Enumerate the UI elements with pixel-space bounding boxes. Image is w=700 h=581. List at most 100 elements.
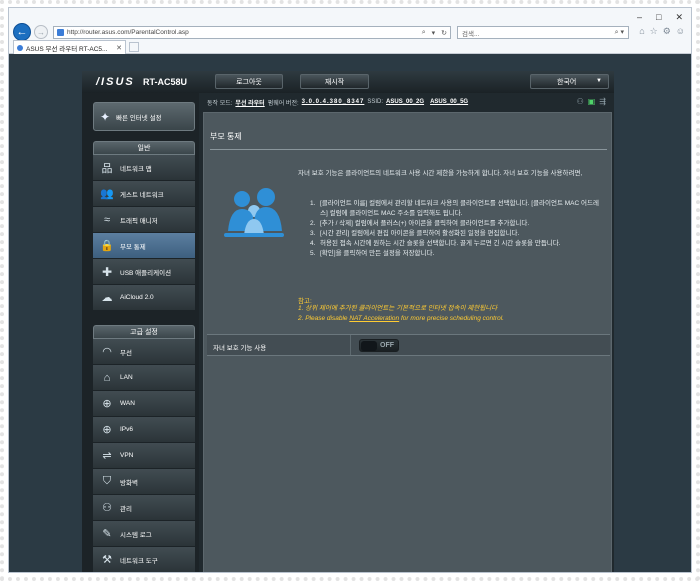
- enable-parental-control-row: 자녀 보호 기능 사용 OFF: [207, 334, 610, 356]
- arrow-left-icon: ←: [16, 26, 28, 38]
- firmware-version-link[interactable]: 3.0.0.4.380_8347: [302, 99, 365, 105]
- sidebar-item-traffic-manager[interactable]: ≈ 트래픽 매니저: [93, 207, 195, 233]
- admin-user-icon: ⚇: [102, 502, 112, 514]
- search-box[interactable]: 검색... ⌕ ▾: [457, 26, 629, 39]
- model-name: RT-AC58U: [143, 77, 188, 87]
- sidebar-item-network-map[interactable]: 品 네트워크 맵: [93, 155, 195, 181]
- family-icon: [224, 188, 284, 237]
- status-bar: 동작 모드: 무선 라우터 펌웨어 버전: 3.0.0.4.380_8347 S…: [207, 97, 606, 107]
- ssid-5g-link[interactable]: ASUS_00_5G: [430, 99, 468, 105]
- vpn-icon: ⇌: [102, 450, 112, 462]
- note-1: 1. 상위 제어에 추가된 클라이언트는 기본적으로 인터넷 접속이 제한됩니다: [298, 305, 498, 312]
- favicon-icon: [57, 29, 64, 36]
- description-text: 자녀 보호 기능은 클라이언트의 네트워크 사용 시간 제한을 가능하게 합니다…: [298, 170, 583, 177]
- ssid-2g-link[interactable]: ASUS_00_2G: [386, 99, 424, 105]
- sidebar-item-firewall[interactable]: ⛉ 방화벽: [93, 469, 195, 495]
- dropdown-icon[interactable]: ▾: [432, 29, 436, 37]
- router-header: /ISUS RT-AC58U 로그아웃 재시작 한국어 ▼: [82, 71, 614, 93]
- browser-toolbar: – □ ✕ ← → http://router.asus.com/Parenta…: [9, 8, 691, 54]
- lock-icon: 🔒: [100, 240, 114, 252]
- steps-list: 1. [클라이언트 이름] 컬럼에서 관리할 네트워크 사용의 클라이언트를 선택…: [310, 199, 600, 259]
- title-divider: [210, 149, 607, 150]
- new-tab-button[interactable]: [129, 42, 139, 52]
- shield-icon: ⛉: [102, 475, 112, 487]
- router-page: /ISUS RT-AC58U 로그아웃 재시작 한국어 ▼ ✦ 빠른 인터넷 설…: [82, 71, 614, 572]
- general-menu: 品 네트워크 맵 👥 게스트 네트워크 ≈ 트래픽 매니저 🔒 부모 통제 ✚ USB 애…: [93, 155, 195, 311]
- puzzle-icon: ✚: [101, 264, 113, 279]
- sidebar-item-system-log[interactable]: ✎ 시스템 로그: [93, 521, 195, 547]
- wifi-icon: ◠: [102, 346, 112, 358]
- search-icon[interactable]: ⌕: [422, 29, 426, 37]
- caret-down-icon: ▼: [596, 78, 602, 84]
- address-bar[interactable]: http://router.asus.com/ParentalControl.a…: [53, 26, 451, 39]
- globe-icon: ⊕: [102, 398, 112, 410]
- main-content: 부모 통제 자녀 보호 기능은 클라이언트의 네트워크 사용 시간 제한을 가능…: [203, 112, 612, 572]
- url-text[interactable]: http://router.asus.com/ParentalControl.a…: [67, 29, 422, 36]
- tools-icon: ⚒: [102, 554, 112, 566]
- favorites-star-icon[interactable]: ☆: [650, 26, 658, 37]
- home-icon[interactable]: ⌂: [639, 26, 644, 37]
- sidebar-item-vpn[interactable]: ⇌ VPN: [93, 443, 195, 469]
- tab-close-icon[interactable]: ✕: [116, 44, 122, 52]
- sidebar-item-wan[interactable]: ⊕ WAN: [93, 391, 195, 417]
- sidebar-item-wireless[interactable]: ◠ 무선: [93, 339, 195, 365]
- usb-icon[interactable]: ⇶: [599, 97, 606, 106]
- list-item: 2. [추가 / 삭제] 컬럼에서 플러스(+) 아이콘을 클릭하여 클라이언트를…: [310, 220, 530, 227]
- sidebar-item-guest-network[interactable]: 👥 게스트 네트워크: [93, 181, 195, 207]
- browser-window: – □ ✕ ← → http://router.asus.com/Parenta…: [8, 7, 692, 573]
- browser-tab[interactable]: ASUS 무선 라우터 RT-AC5... ✕: [13, 40, 126, 54]
- smiley-icon[interactable]: ☺: [676, 26, 685, 37]
- general-section-header: 일반: [93, 141, 195, 155]
- sidebar-item-network-tools[interactable]: ⚒ 네트워크 도구: [93, 547, 195, 572]
- parental-control-toggle[interactable]: OFF: [359, 339, 399, 352]
- traffic-graph-icon: ≈: [103, 213, 111, 226]
- quick-setup-label: 빠른 인터넷 설정: [116, 114, 162, 122]
- list-item: 3. [시간 관리] 컬럼에서 편집 아이콘을 클릭하여 활성화된 일정을 편집합…: [310, 230, 520, 237]
- sidebar-item-ipv6[interactable]: ⊕ IPv6: [93, 417, 195, 443]
- internet-status-icon[interactable]: ▣: [588, 97, 596, 106]
- log-edit-icon: ✎: [102, 528, 112, 540]
- operation-mode-link[interactable]: 무선 라우터: [235, 98, 264, 107]
- tab-title: ASUS 무선 라우터 RT-AC5...: [26, 45, 108, 53]
- logout-button[interactable]: 로그아웃: [215, 74, 283, 89]
- minimize-icon[interactable]: –: [637, 12, 642, 23]
- close-icon[interactable]: ✕: [675, 12, 683, 23]
- toggle-knob: [361, 341, 377, 351]
- settings-gear-icon[interactable]: ⚙: [663, 26, 671, 37]
- toggle-state: OFF: [380, 342, 394, 349]
- arrow-right-icon: →: [37, 27, 45, 37]
- list-item: 5. [확인]을 클릭하여 만든 설정을 저장합니다.: [310, 250, 435, 257]
- house-icon: ⌂: [103, 371, 111, 384]
- note-2: 2. Please disable NAT Acceleration for m…: [298, 315, 504, 322]
- network-map-icon: 品: [101, 162, 113, 175]
- forward-button[interactable]: →: [34, 25, 48, 39]
- status-icons: ⚇ ▣ ⇶: [577, 97, 606, 106]
- language-select[interactable]: 한국어 ▼: [530, 74, 609, 89]
- ipv6-globe-icon: ⊕: [102, 424, 112, 436]
- sidebar-item-parental-control[interactable]: 🔒 부모 통제: [93, 233, 195, 259]
- reboot-button[interactable]: 재시작: [300, 74, 369, 89]
- quick-setup-button[interactable]: ✦ 빠른 인터넷 설정: [93, 102, 195, 131]
- maximize-icon[interactable]: □: [656, 12, 661, 23]
- nat-acceleration-link[interactable]: NAT Acceleration: [349, 315, 399, 322]
- sidebar-item-usb-application[interactable]: ✚ USB 애플리케이션: [93, 259, 195, 285]
- advanced-section-header: 고급 설정: [93, 325, 195, 339]
- advanced-menu: ◠ 무선 ⌂ LAN ⊕ WAN ⊕ IPv6 ⇌ VPN ⛉ 방화벽 ⚇ 관리 ✎ 시스템 로…: [93, 339, 195, 572]
- list-item: 1. [클라이언트 이름] 컬럼에서 관리할 네트워크 사용의 클라이언트를 선택…: [310, 200, 599, 217]
- language-value: 한국어: [557, 78, 577, 86]
- sidebar-item-lan[interactable]: ⌂ LAN: [93, 365, 195, 391]
- page-title: 부모 통제: [210, 132, 242, 141]
- guest-users-icon: 👥: [100, 188, 114, 200]
- clients-icon[interactable]: ⚇: [577, 97, 584, 106]
- asus-logo: /ISUS: [96, 76, 135, 88]
- notes: 1. 상위 제어에 추가된 클라이언트는 기본적으로 인터넷 접속이 제한됩니다…: [298, 304, 504, 324]
- sidebar-item-administration[interactable]: ⚇ 관리: [93, 495, 195, 521]
- sidebar: ✦ 빠른 인터넷 설정 일반 品 네트워크 맵 👥 게스트 네트워크 ≈ 트래픽 매니…: [82, 93, 199, 572]
- refresh-icon[interactable]: ↻: [441, 29, 447, 37]
- cloud-icon: ☁: [101, 292, 113, 304]
- search-input[interactable]: 검색...: [462, 28, 615, 38]
- search-icon[interactable]: ⌕ ▾: [615, 28, 624, 37]
- window-controls: – □ ✕: [637, 12, 683, 23]
- back-button[interactable]: ←: [13, 23, 31, 41]
- sidebar-item-aicloud[interactable]: ☁ AiCloud 2.0: [93, 285, 195, 311]
